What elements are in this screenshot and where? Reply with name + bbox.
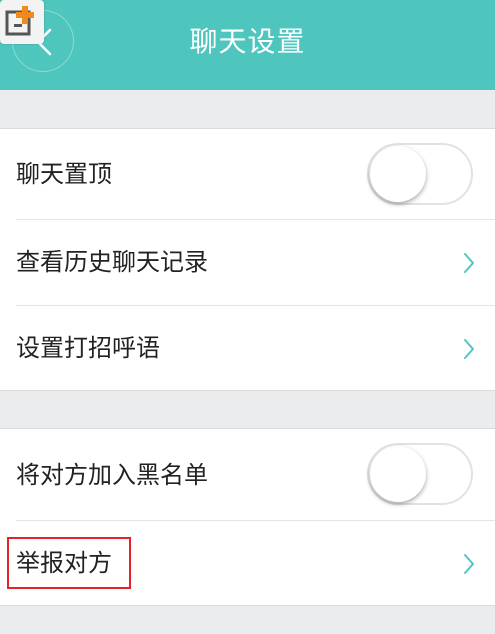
toggle-knob	[370, 446, 426, 502]
settings-group-contact: 将对方加入黑名单 举报对方	[0, 428, 495, 606]
row-pin-chat[interactable]: 聊天置顶	[0, 129, 495, 219]
blacklist-toggle[interactable]	[367, 443, 473, 505]
toggle-knob	[370, 146, 426, 202]
row-label: 举报对方	[16, 549, 112, 577]
chevron-right-icon	[464, 339, 474, 359]
row-report[interactable]: 举报对方	[0, 521, 495, 605]
row-label: 查看历史聊天记录	[16, 248, 208, 276]
top-bar: 聊天设置	[0, 0, 495, 90]
row-blacklist[interactable]: 将对方加入黑名单	[0, 429, 495, 520]
chevron-right-icon	[464, 554, 474, 574]
chevron-right-icon	[464, 253, 474, 273]
row-label: 聊天置顶	[16, 160, 112, 188]
row-set-greeting[interactable]: 设置打招呼语	[0, 306, 495, 390]
row-label: 设置打招呼语	[16, 334, 160, 362]
row-label: 将对方加入黑名单	[16, 461, 208, 489]
settings-group-chat: 聊天置顶 查看历史聊天记录 设置打招呼语	[0, 128, 495, 391]
row-view-history[interactable]: 查看历史聊天记录	[0, 220, 495, 305]
page-title: 聊天设置	[189, 25, 306, 58]
pin-chat-toggle[interactable]	[367, 143, 473, 205]
